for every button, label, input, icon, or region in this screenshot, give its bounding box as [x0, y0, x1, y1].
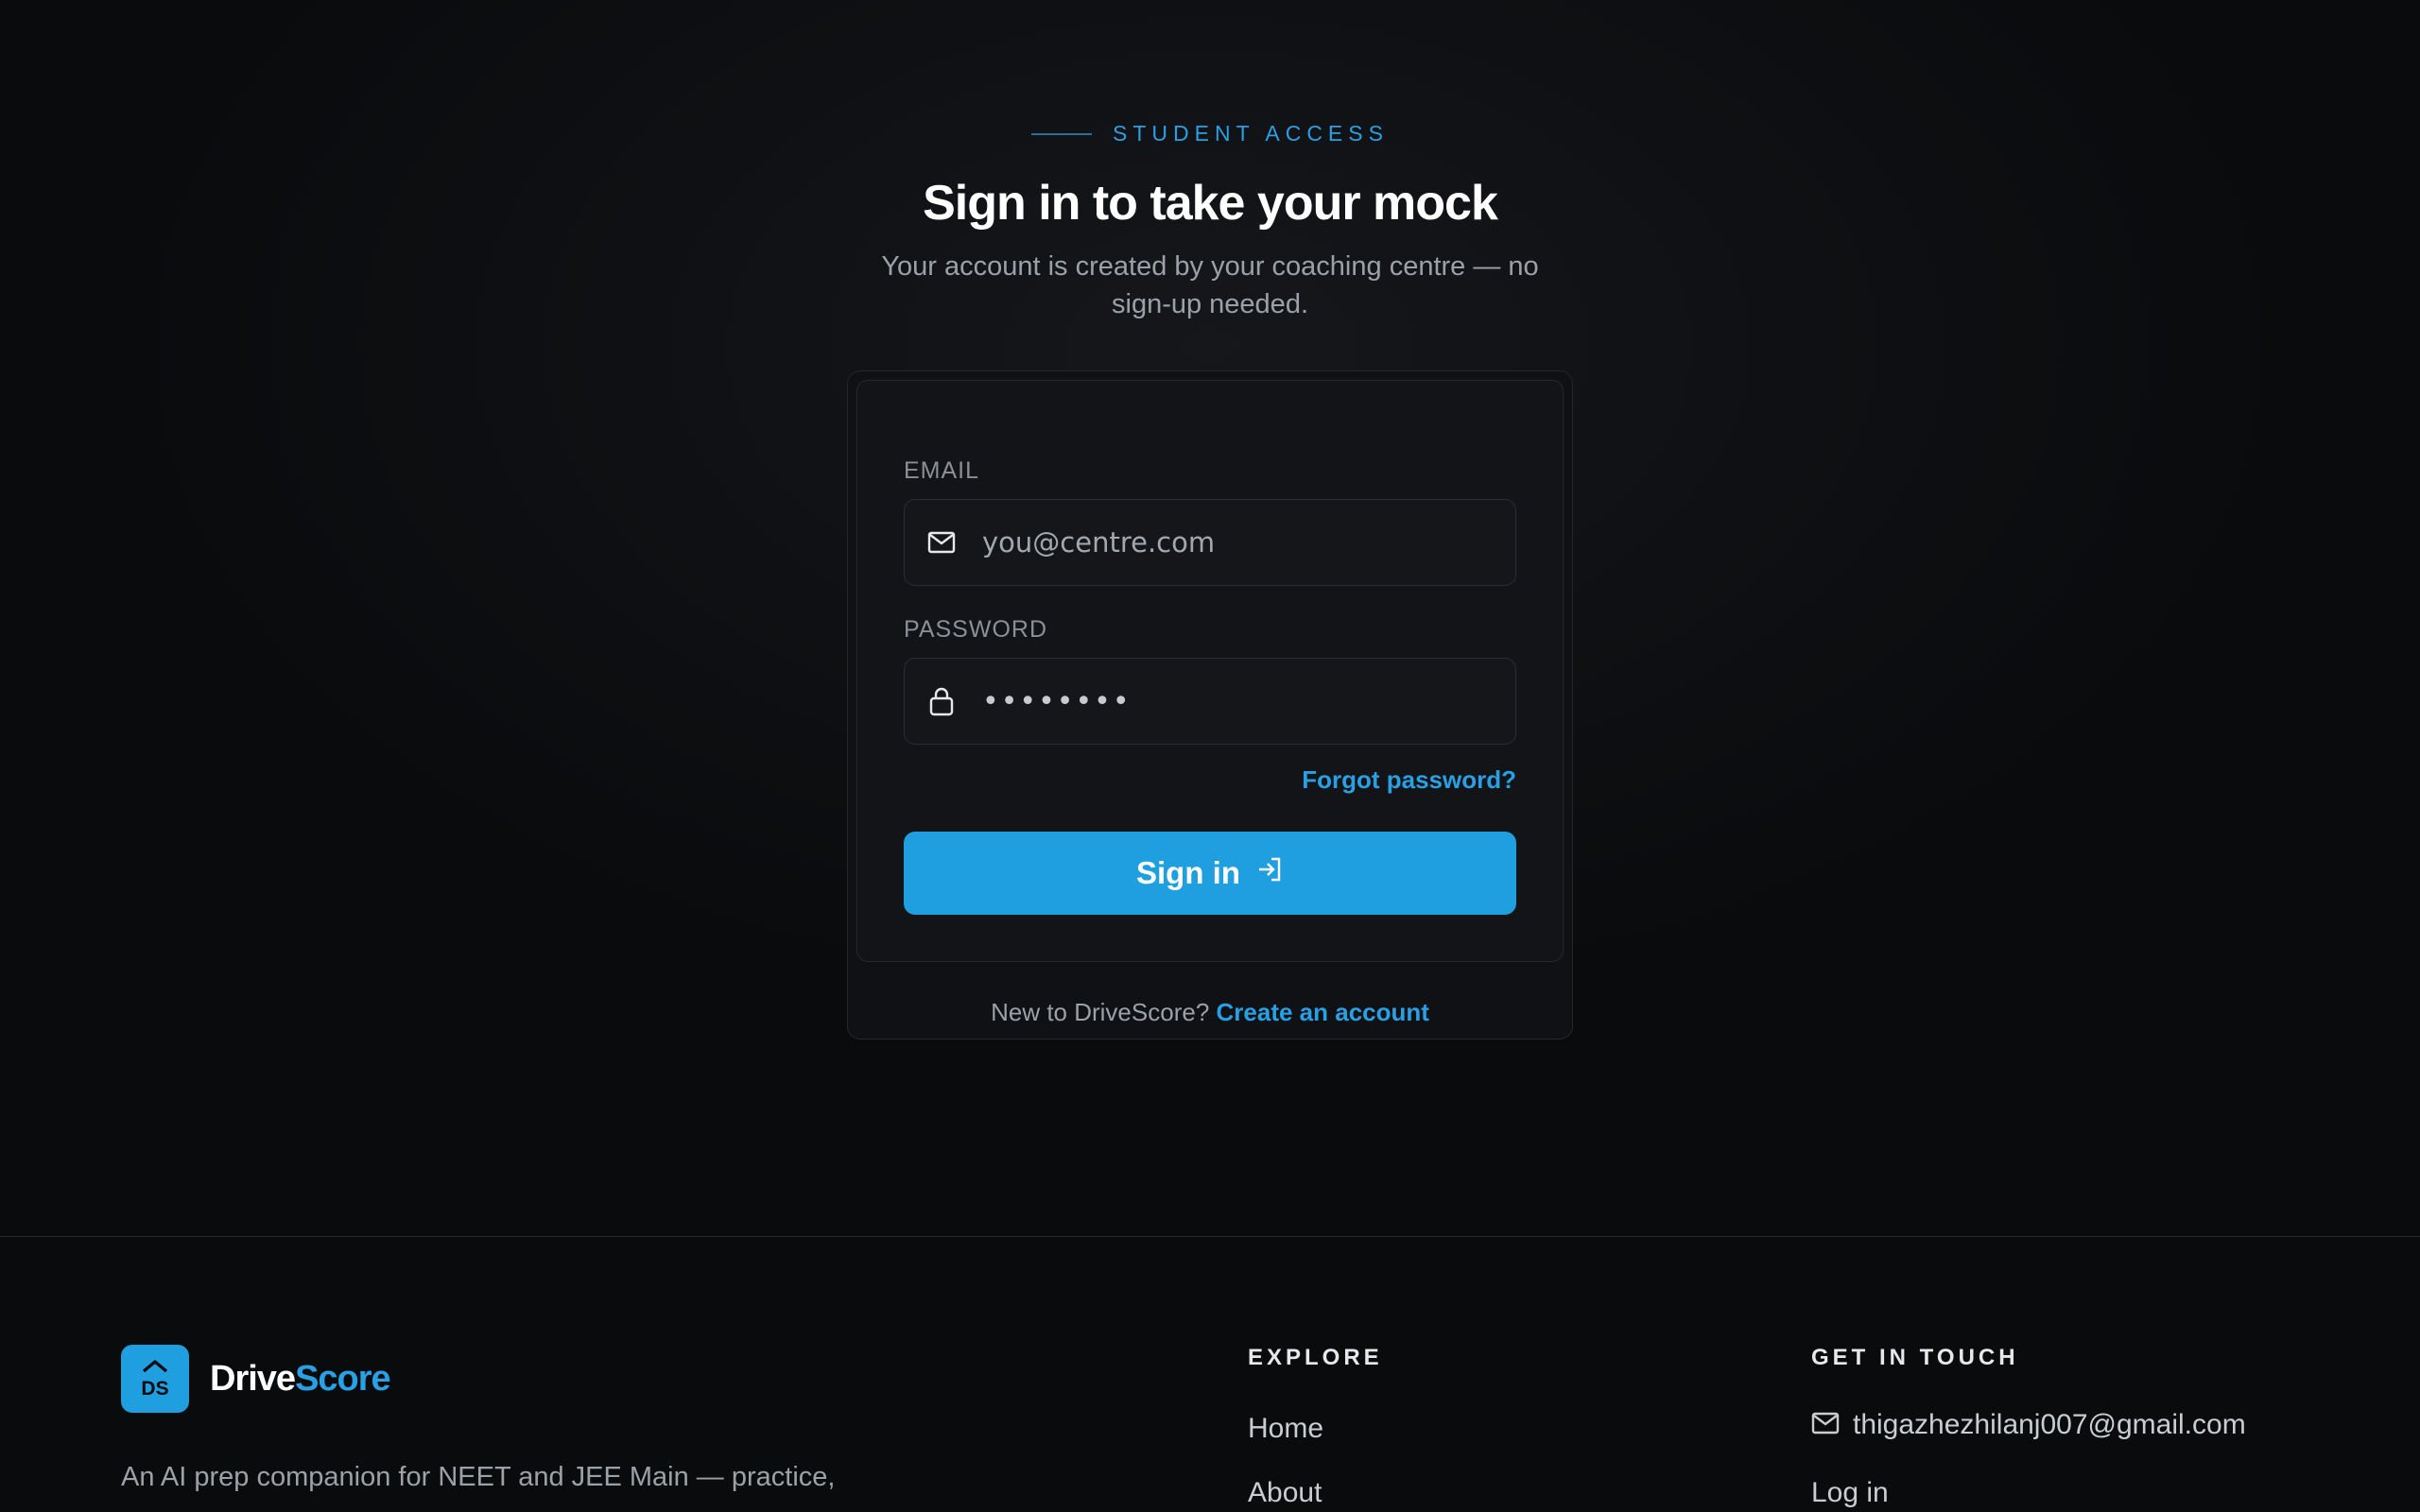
logo-text: DS — [141, 1378, 168, 1400]
mail-icon — [925, 526, 958, 558]
lock-icon — [925, 685, 958, 717]
site-footer: DS DriveScore An AI prep companion for N… — [0, 1236, 2420, 1512]
eyebrow: STUDENT ACCESS — [0, 121, 2420, 146]
password-label: PASSWORD — [904, 616, 1047, 643]
signup-prompt-text: New to DriveScore? — [991, 998, 1210, 1026]
mail-icon — [1811, 1412, 1840, 1439]
brand-name-part2: Score — [295, 1358, 391, 1399]
contact-email: thigazhezhilanj007@gmail.com — [1853, 1409, 2246, 1440]
brand-name: DriveScore — [210, 1358, 391, 1400]
footer-tagline: An AI prep companion for NEET and JEE Ma… — [121, 1462, 836, 1492]
login-section: STUDENT ACCESS Sign in to take your mock… — [0, 0, 2420, 1236]
page-subtitle: Your account is created by your coaching… — [881, 251, 1539, 319]
footer-link-login[interactable]: Log in — [1811, 1477, 1889, 1509]
contact-heading: GET IN TOUCH — [1811, 1345, 2019, 1370]
password-value: •••••••• — [982, 684, 1132, 718]
explore-heading: EXPLORE — [1248, 1345, 1383, 1370]
eyebrow-line — [1031, 132, 1093, 135]
logo: DS — [121, 1345, 189, 1413]
sign-in-button[interactable]: Sign in — [904, 832, 1516, 915]
house-icon: DS — [141, 1360, 169, 1400]
email-placeholder: you@centre.com — [982, 526, 1216, 558]
page-title: Sign in to take your mock — [923, 176, 1498, 231]
eyebrow-text: STUDENT ACCESS — [1113, 121, 1389, 146]
email-label: EMAIL — [904, 457, 980, 484]
brand[interactable]: DS DriveScore — [121, 1345, 391, 1413]
forgot-password-link[interactable]: Forgot password? — [1302, 765, 1516, 795]
email-field[interactable]: you@centre.com — [904, 499, 1516, 586]
contact-email-row[interactable]: thigazhezhilanj007@gmail.com — [1811, 1409, 2246, 1441]
password-field[interactable]: •••••••• — [904, 658, 1516, 745]
signup-prompt: New to DriveScore? Create an account — [847, 998, 1573, 1027]
footer-link-about[interactable]: About — [1248, 1477, 1322, 1509]
sign-in-label: Sign in — [1136, 855, 1240, 890]
brand-name-part1: Drive — [210, 1358, 296, 1399]
create-account-link[interactable]: Create an account — [1217, 998, 1429, 1026]
login-arrow-icon — [1255, 855, 1284, 891]
footer-link-home[interactable]: Home — [1248, 1413, 1323, 1445]
